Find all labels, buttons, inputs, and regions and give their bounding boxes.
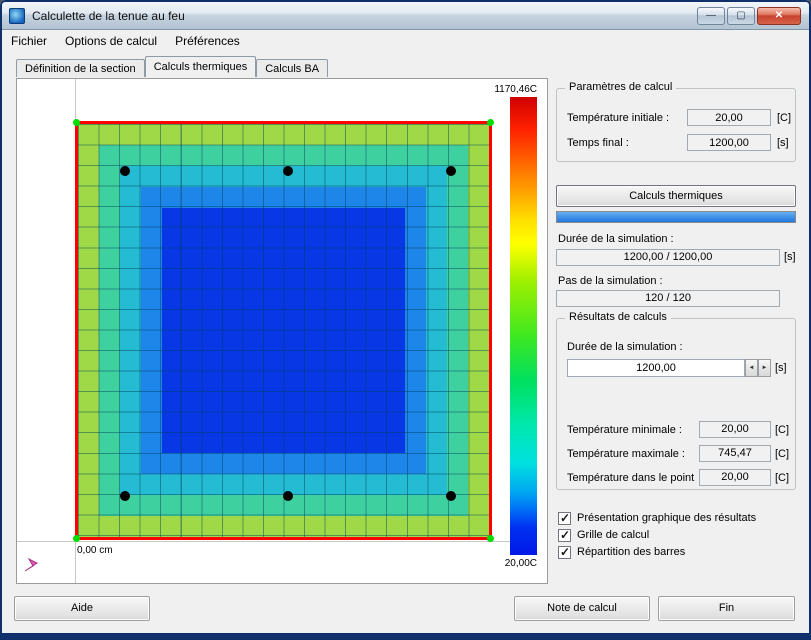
progress-fill [557,212,795,222]
menu-bar: Fichier Options de calcul Préférences [2,30,809,52]
label-temp-maximale: Température maximale : [567,448,685,460]
label-temp-point: Température dans le point [567,472,695,484]
field-pas-simulation: 120 / 120 [556,290,780,307]
checkbox-presentation-graphique-label[interactable]: Présentation graphique des résultats [577,512,756,524]
field-temp-maximale: 745,47 [699,445,771,462]
corner-marker [73,119,80,126]
input-temperature-initiale[interactable] [687,109,771,126]
input-temps-final[interactable] [687,134,771,151]
calculation-grid [78,124,489,537]
checkbox-grille-de-calcul[interactable] [558,528,571,542]
section-plot-area[interactable]: 1170,46C 20,00C 0,00 cm [16,78,548,584]
rebar-dot [446,166,456,176]
window-title: Calculette de la tenue au feu [32,9,185,23]
rebar-dot [120,491,130,501]
corner-marker [73,535,80,542]
spinner-decrement-button[interactable]: ◄ [745,359,758,377]
minimize-button[interactable]: — [697,7,725,25]
corner-marker [487,119,494,126]
groupbox-resultats: Résultats de calculs Durée de la simulat… [556,311,796,490]
rebar-dot [446,491,456,501]
label-temperature-initiale: Température initiale : [567,112,670,124]
tab-definition-section[interactable]: Définition de la section [16,59,145,77]
label-resultat-duree: Durée de la simulation : [567,341,683,353]
field-temp-point: 20,00 [699,469,771,486]
field-temp-minimale: 20,00 [699,421,771,438]
unit-temp-point: [C] [775,472,790,484]
tab-strip: Définition de la section Calculs thermiq… [16,56,329,77]
origin-label: 0,00 cm [77,545,113,556]
calculs-thermiques-button[interactable]: Calculs thermiques [556,185,796,207]
tab-calculs-thermiques[interactable]: Calculs thermiques [144,56,257,77]
aide-button[interactable]: Aide [14,596,150,621]
checkbox-presentation-graphique[interactable] [558,511,571,525]
app-window: Calculette de la tenue au feu — ▢ ✕ Fich… [0,0,811,640]
unit-duree-simulation: [s] [784,251,796,263]
colorbar-min-label: 20,00C [504,558,537,569]
pointer-cursor-icon [24,557,38,572]
menu-preferences[interactable]: Préférences [166,30,249,52]
label-duree-simulation: Durée de la simulation : [558,233,674,245]
simulation-progress-bar [556,211,796,223]
plot-axis-horizontal [17,541,510,542]
title-bar[interactable]: Calculette de la tenue au feu — ▢ ✕ [2,2,809,30]
temperature-colorbar [510,97,537,555]
temperature-heatmap[interactable] [73,119,494,542]
label-temp-minimale: Température minimale : [567,424,682,436]
label-pas-simulation: Pas de la simulation : [558,275,663,287]
groupbox-parametres-title: Paramètres de calcul [565,81,677,93]
unit-temperature-initiale: [C] [777,112,792,124]
menu-fichier[interactable]: Fichier [2,30,56,52]
colorbar-max-label: 1170,46C [494,84,537,95]
close-button[interactable]: ✕ [757,7,801,25]
note-de-calcul-button[interactable]: Note de calcul [514,596,650,621]
unit-temp-minimale: [C] [775,424,790,436]
unit-temp-maximale: [C] [775,448,790,460]
app-icon [9,8,25,24]
groupbox-resultats-title: Résultats de calculs [565,311,671,323]
checkbox-repartition-des-barres-label[interactable]: Répartition des barres [577,546,685,558]
checkbox-grille-de-calcul-label[interactable]: Grille de calcul [577,529,649,541]
unit-resultat-duree: [s] [775,362,787,374]
label-temps-final: Temps final : [567,137,629,149]
menu-options-de-calcul[interactable]: Options de calcul [56,30,166,52]
maximize-button[interactable]: ▢ [727,7,755,25]
spinner-increment-button[interactable]: ► [758,359,771,377]
rebar-dot [283,491,293,501]
corner-marker [487,535,494,542]
fin-button[interactable]: Fin [658,596,795,621]
groupbox-parametres: Paramètres de calcul Température initial… [556,81,796,162]
field-duree-simulation: 1200,00 / 1200,00 [556,249,780,266]
input-resultat-duree[interactable] [567,359,745,377]
rebar-dot [283,166,293,176]
checkbox-repartition-des-barres[interactable] [558,545,571,559]
tab-calculs-ba[interactable]: Calculs BA [256,59,329,77]
rebar-dot [120,166,130,176]
unit-temps-final: [s] [777,137,789,149]
